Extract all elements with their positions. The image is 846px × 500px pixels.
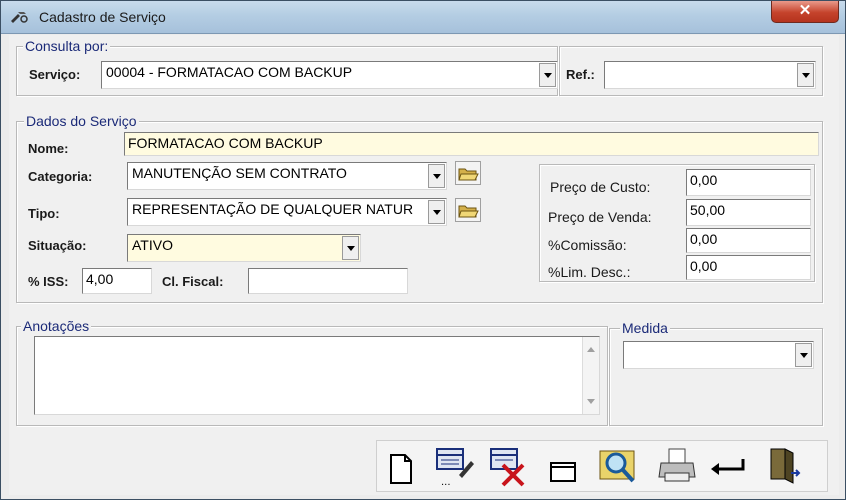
search-icon[interactable] [597,443,639,487]
categoria-value: MANUTENÇÃO SEM CONTRATO [132,165,347,181]
anotacoes-scrollbar[interactable] [582,337,599,414]
tipo-value: REPRESENTAÇÃO DE QUALQUER NATUR [132,201,414,217]
chevron-down-icon[interactable] [797,63,814,87]
chevron-down-icon[interactable] [342,236,359,260]
anotacoes-group: Anotações [16,318,608,426]
venda-label: Preço de Venda: [548,209,652,225]
limdesc-value: 0,00 [690,258,718,274]
comissao-value: 0,00 [690,231,718,247]
consulta-legend: Consulta por: [23,38,111,54]
precos-group: Preço de Custo: 0,00 Preço de Venda: 50,… [539,164,815,282]
chevron-down-icon[interactable] [428,200,445,224]
title-bar[interactable]: Cadastro de Serviço ✕ [1,1,845,34]
limdesc-label: %Lim. Desc.: [548,264,631,280]
custo-label: Preço de Custo: [550,179,651,195]
comissao-label: %Comissão: [548,237,627,253]
medida-select[interactable] [623,341,814,369]
iss-field[interactable]: 4,00 [82,268,152,294]
action-toolbar: ... [376,440,828,492]
ref-group: Ref.: [559,46,823,96]
nome-label: Nome: [28,141,69,156]
limdesc-field[interactable]: 0,00 [686,255,811,280]
categoria-select[interactable]: MANUTENÇÃO SEM CONTRATO [127,162,447,190]
iss-value: 4,00 [86,271,114,287]
comissao-field[interactable]: 0,00 [686,228,811,253]
servico-label: Serviço: [29,67,81,82]
chevron-down-icon[interactable] [428,164,445,188]
consulta-group: Consulta por: Serviço: 00004 - FORMATACA… [16,38,558,96]
anotacoes-legend: Anotações [21,318,92,334]
close-button[interactable]: ✕ [771,1,839,23]
custo-value: 0,00 [690,172,718,188]
venda-field[interactable]: 50,00 [686,199,811,226]
app-icon [11,12,28,23]
new-document-icon[interactable] [381,445,423,489]
return-icon[interactable] [707,445,749,489]
open-folder-icon[interactable] [455,161,481,185]
ref-select[interactable] [604,61,816,89]
print-icon[interactable] [657,443,699,487]
servico-select[interactable]: 00004 - FORMATACAO COM BACKUP [101,61,558,89]
edit-record-icon[interactable]: ... [433,443,475,487]
scroll-down-icon[interactable] [587,399,595,404]
dados-legend: Dados do Serviço [24,113,139,129]
situacao-label: Situação: [28,238,87,253]
scroll-up-icon[interactable] [587,347,595,352]
tipo-select[interactable]: REPRESENTAÇÃO DE QUALQUER NATUR [127,198,447,226]
custo-field[interactable]: 0,00 [686,169,811,196]
dados-group: Dados do Serviço Nome: FORMATACAO COM BA… [16,113,823,303]
tipo-label: Tipo: [28,206,60,221]
chevron-down-icon[interactable] [539,63,556,87]
service-registration-window: Cadastro de Serviço ✕ Consulta por: Serv… [0,0,846,500]
exit-door-icon[interactable] [763,443,805,487]
anotacoes-textarea[interactable] [34,336,600,415]
categoria-label: Categoria: [28,169,93,184]
venda-value: 50,00 [690,202,726,218]
iss-label: % ISS: [28,274,69,289]
window-title: Cadastro de Serviço [39,9,166,25]
situacao-select[interactable]: ATIVO [127,234,361,262]
servico-value: 00004 - FORMATACAO COM BACKUP [106,64,353,80]
close-icon: ✕ [798,2,812,19]
svg-text:...: ... [441,477,451,487]
ref-label: Ref.: [566,67,595,82]
nome-field[interactable]: FORMATACAO COM BACKUP [124,132,819,156]
delete-record-icon[interactable] [487,443,529,487]
clfiscal-label: Cl. Fiscal: [162,274,224,289]
clfiscal-field[interactable] [248,268,408,294]
medida-legend: Medida [620,320,670,336]
window-icon[interactable] [541,445,583,489]
situacao-value: ATIVO [132,237,173,253]
open-folder-icon[interactable] [455,198,481,222]
form-body: Consulta por: Serviço: 00004 - FORMATACA… [9,35,839,495]
medida-group: Medida [609,320,823,426]
nome-value: FORMATACAO COM BACKUP [128,135,323,151]
chevron-down-icon[interactable] [795,343,812,367]
